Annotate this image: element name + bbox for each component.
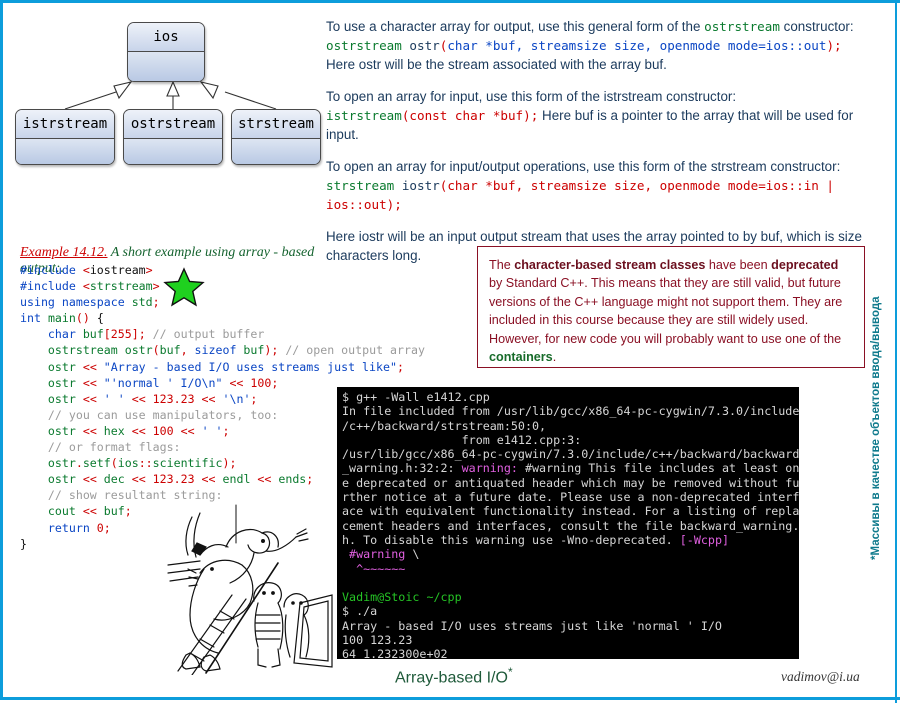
uml-class-ostrstream[interactable]: ostrstream [123, 109, 223, 165]
terminal-line: /c++/backward/strstream:50:0, [342, 418, 547, 433]
p1-sig-paren-close: ); [826, 38, 842, 54]
note-containers: containers [489, 349, 553, 364]
note-t3: by Standard C++. This means that they ar… [489, 276, 843, 346]
note-b2: deprecated [771, 258, 839, 272]
paragraph-ostrstream: To use a character array for output, use… [326, 17, 882, 74]
code-line: ostr << "'normal ' I/O\n" << 100; [47, 375, 279, 390]
paragraph-istrstream: To open an array for input, use this for… [326, 87, 882, 144]
p3-line1: To open an array for input/output operat… [326, 159, 841, 175]
terminal-line: from e1412.cpp:3: [342, 432, 582, 447]
terminal-line: ^~~~~~~ [342, 561, 406, 576]
p2-sig-class: istrstream [326, 108, 402, 124]
code-line: ostr.setf(ios::scientific); [47, 456, 237, 471]
terminal-line: _warning.h:32:2: warning: #warning This … [342, 461, 799, 476]
code-line: // you can use manipulators, too: [47, 407, 279, 422]
terminal-line: 64 1.232300e+02 [342, 647, 448, 659]
uml-class-strstream-members [232, 139, 320, 164]
terminal-line: h. To disable this warning use -Wno-depr… [342, 532, 730, 547]
uml-class-ostrstream-members [124, 139, 222, 164]
p1-sig-class: ostrstream [326, 38, 402, 54]
code-line: // or format flags: [47, 440, 181, 455]
uml-class-istrstream-members [16, 139, 114, 164]
deprecation-note: The character-based stream classes have … [477, 246, 865, 368]
note-b1: character-based stream classes [514, 258, 706, 272]
terminal-line: e deprecated or antiquated header which … [342, 475, 799, 490]
uml-class-ios-members [128, 52, 204, 81]
uml-class-ostrstream-name: ostrstream [124, 110, 222, 139]
slide-canvas: ios istrstream ostrstream strstream To u… [0, 0, 900, 703]
side-caption: *Массивы в качестве объектов ввода/вывод… [870, 296, 882, 560]
code-line: ostrstream ostr(buf, sizeof buf); // ope… [47, 343, 425, 358]
code-line: int main() { [20, 311, 104, 326]
p1-inline-code: ostrstream [704, 19, 780, 34]
right-border-rule [895, 3, 897, 703]
p1-line3: Here ostr will be the stream associated … [326, 57, 667, 73]
code-line: char buf[255]; // output buffer [47, 327, 265, 342]
terminal-output[interactable]: $ g++ -Wall e1412.cpp In file included fr… [337, 387, 799, 659]
uml-class-istrstream[interactable]: istrstream [15, 109, 115, 165]
note-t2: have been [705, 258, 772, 272]
terminal-line: $ g++ -Wall e1412.cpp [342, 390, 490, 404]
terminal-line: ace with equivalent functionality instea… [342, 504, 799, 519]
explanation-text: To use a character array for output, use… [326, 17, 882, 278]
p3-sig-class: strstream [326, 178, 395, 194]
terminal-line: $ ./a [342, 604, 378, 619]
cartoon-illustration [167, 504, 333, 675]
p1-sig-fn: ostr [401, 38, 440, 54]
example-number: Example 14.12. [20, 245, 108, 260]
uml-class-strstream[interactable]: strstream [231, 109, 321, 165]
uml-class-strstream-name: strstream [232, 110, 320, 139]
author-email: vadimov@i.ua [781, 669, 860, 684]
uml-class-diagram: ios istrstream ostrstream strstream [8, 8, 321, 168]
p1-line1-b: constructor: [779, 19, 854, 34]
p2-sig-args: (const char *buf); [401, 108, 539, 124]
uml-class-ios[interactable]: ios [127, 22, 205, 82]
terminal-line: Array - based I/O uses streams just like… [342, 618, 722, 633]
terminal-line: #warning \ [349, 547, 420, 562]
note-t1: The [489, 258, 515, 272]
terminal-line: cement headers and interfaces, consult t… [342, 518, 799, 533]
slide-footer-title: Array-based I/O* [395, 665, 513, 687]
uml-class-istrstream-name: istrstream [16, 110, 114, 139]
note-t4: . [552, 349, 557, 364]
uml-class-ios-name: ios [128, 23, 204, 52]
code-line: ostr << dec << 123.23 << endl << ends; [47, 472, 314, 487]
footer-title-mark: * [507, 665, 513, 679]
code-line: ostr << ' ' << 123.23 << '\n'; [47, 391, 258, 406]
green-star-icon [163, 267, 205, 307]
terminal-line: /usr/lib/gcc/x86_64-pc-cygwin/7.3.0/incl… [342, 447, 799, 462]
paragraph-strstream: To open an array for input/output operat… [326, 157, 882, 214]
terminal-line: rther notice at a future date. Please us… [342, 490, 799, 505]
p1-line1-a: To use a character array for output, use… [326, 19, 705, 34]
code-line: // show resultant string: [47, 488, 223, 503]
p2-line1: To open an array for input, use this for… [326, 89, 737, 105]
terminal-line: 100 123.23 [342, 633, 413, 648]
terminal-line: Vadim@Stoic ~/cpp [342, 590, 462, 605]
p1-sig-args: char *buf, streamsize size, openmode mod… [447, 38, 827, 54]
p3-sig-fn: iostr [394, 178, 440, 194]
terminal-line: In file included from /usr/lib/gcc/x86_6… [342, 404, 799, 419]
footer-title-text: Array-based I/O [395, 669, 508, 687]
code-line: ostr << hex << 100 << ' '; [47, 423, 230, 438]
code-line: ostr << "Array - based I/O uses streams … [47, 359, 404, 374]
